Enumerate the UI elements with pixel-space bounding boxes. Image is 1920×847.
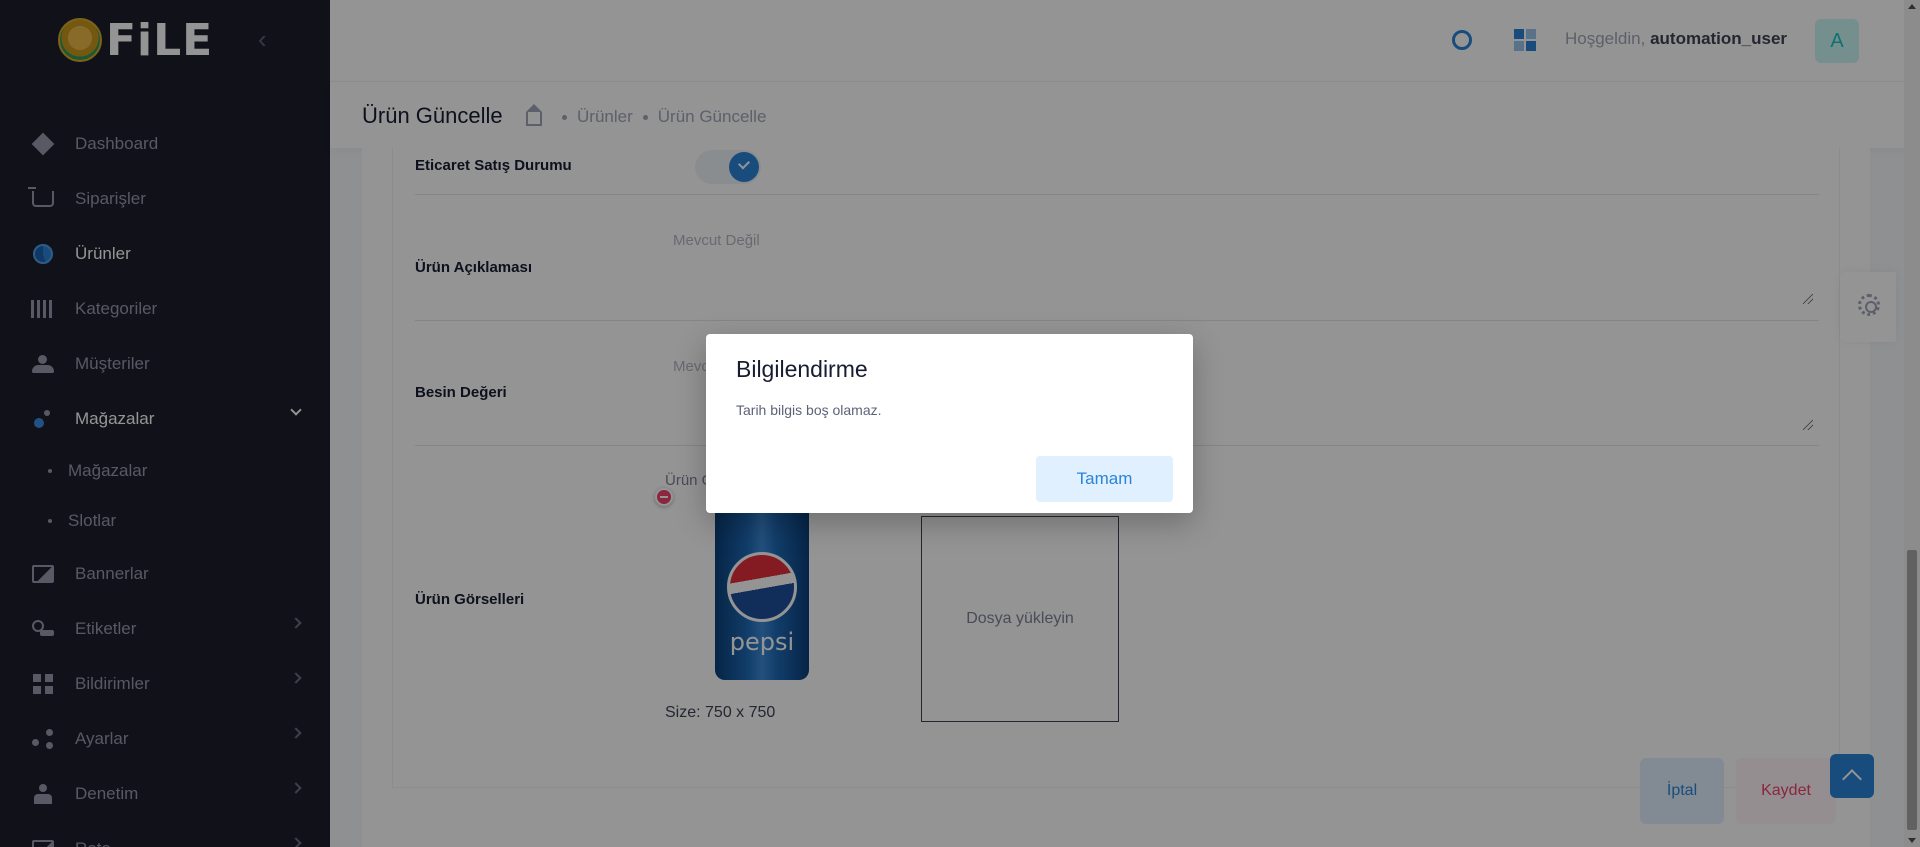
dialog-message: Tarih bilgis boş olamaz. xyxy=(736,402,882,418)
ok-button[interactable]: Tamam xyxy=(1036,456,1173,502)
info-dialog: Bilgilendirme Tarih bilgis boş olamaz. T… xyxy=(706,334,1193,513)
dialog-title: Bilgilendirme xyxy=(736,356,868,382)
